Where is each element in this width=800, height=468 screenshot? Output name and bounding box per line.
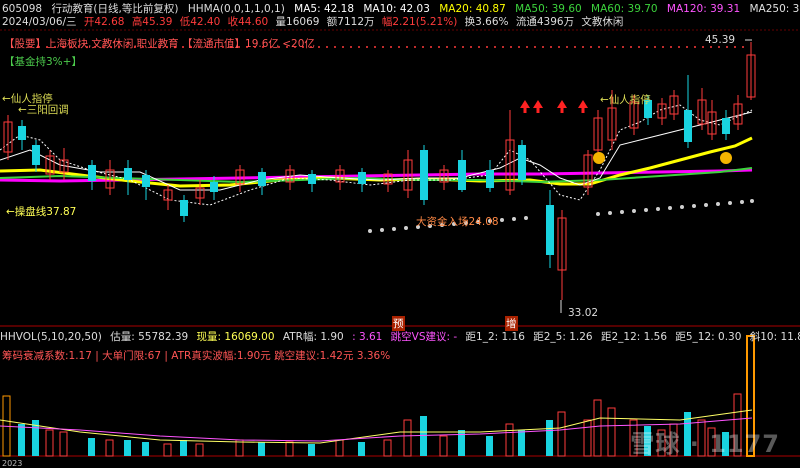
high-price-label: 45.39: [705, 34, 736, 46]
increase-badge: 增: [505, 316, 518, 331]
axis-date-label: 2023: [2, 459, 23, 468]
ma5-line: [0, 104, 753, 206]
trading-line-label: ←操盘线37.87: [6, 206, 77, 218]
current-volume: 现量: 16069.00: [196, 331, 275, 343]
volume-header: HHVOL(5,10,20,50) 估量: 55782.39 现量: 16069…: [0, 330, 800, 344]
estimated-volume: 估量: 55782.39: [110, 331, 189, 343]
forecast-badge: 预: [392, 316, 405, 331]
atr-value: ATR幅: 1.90: [282, 331, 344, 343]
distance-2-5: 距2_5: 1.26: [533, 331, 593, 343]
distance-2-12: 距2_12: 1.56: [600, 331, 668, 343]
hhvol-indicator[interactable]: HHVOL(5,10,20,50): [0, 331, 102, 343]
atr-extra: : 3.61: [352, 331, 383, 343]
smiley-icon: [593, 152, 605, 164]
distance-5-12: 距5_12: 0.30: [675, 331, 742, 343]
low-price-label: 33.02: [568, 307, 599, 319]
gap-suggestion: 跳空VS建议: -: [390, 331, 458, 343]
slope-10: 斜10: 11.85: [749, 331, 800, 343]
volume-summary: 筹码衰减系数:1.17 | 大单门限:67 | ATR真实波幅:1.90元 跳空…: [2, 350, 391, 362]
big-funds-label: 大资金入场24.08: [416, 216, 499, 228]
smiley-icon: [720, 152, 732, 164]
buy-signal-arrows: [520, 100, 588, 113]
distance-1-2: 距1_2: 1.16: [465, 331, 525, 343]
three-yang-label: ←三阳回调: [18, 104, 69, 116]
kline-chart[interactable]: [0, 0, 800, 466]
immortal-finger-label-right: ←仙人指停: [600, 94, 651, 106]
watermark-logo: 雪球 · 1177: [630, 430, 780, 458]
